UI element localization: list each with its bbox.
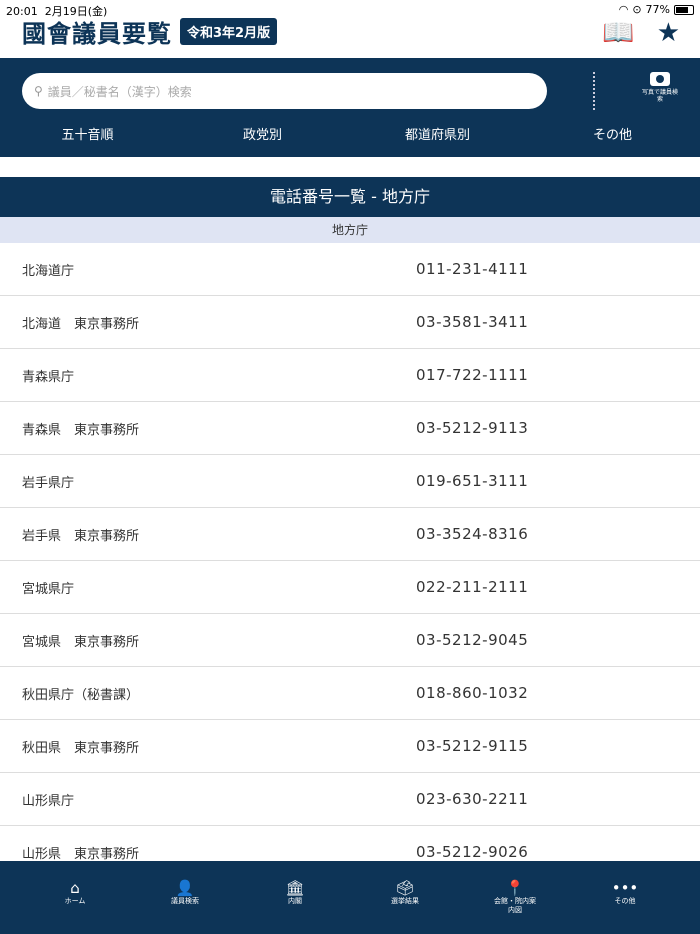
- phone-number[interactable]: 023-630-2211: [416, 790, 528, 808]
- list-item[interactable]: 北海道 東京事務所 03-3581-3411: [0, 296, 700, 349]
- diet-building-icon: 🏛: [285, 879, 305, 897]
- bottom-tab-home[interactable]: ⌂ ホーム: [20, 861, 130, 934]
- nav-panel: ⚲ 議員／秘書名（漢字）検索 写真で議員検索 五十音順 政党別 都道府県別 その…: [0, 58, 700, 157]
- phone-number[interactable]: 03-5212-9115: [416, 737, 528, 755]
- list-item[interactable]: 秋田県庁（秘書課） 018-860-1032: [0, 667, 700, 720]
- star-icon[interactable]: ★: [657, 18, 680, 48]
- more-icon: •••: [611, 879, 639, 897]
- bottom-tab-map-pin[interactable]: 📍 会館・院内案内図: [460, 861, 570, 934]
- office-name: 岩手県庁: [22, 475, 75, 491]
- list-item[interactable]: 宮城県 東京事務所 03-5212-9045: [0, 614, 700, 667]
- list-item[interactable]: 秋田県 東京事務所 03-5212-9115: [0, 720, 700, 773]
- phone-number[interactable]: 03-5212-9026: [416, 843, 528, 861]
- category-tabs: 五十音順 政党別 都道府県別 その他: [0, 124, 700, 143]
- office-name: 北海道庁: [22, 263, 75, 279]
- phone-number[interactable]: 022-211-2111: [416, 578, 528, 596]
- battery-icon: [674, 4, 694, 15]
- phone-number[interactable]: 019-651-3111: [416, 472, 528, 490]
- list-item[interactable]: 岩手県 東京事務所 03-3524-8316: [0, 508, 700, 561]
- photo-search-button[interactable]: 写真で議員検索: [640, 72, 680, 103]
- phone-list: 北海道庁 011-231-4111 北海道 東京事務所 03-3581-3411 青森県…: [0, 243, 700, 879]
- tab-other[interactable]: その他: [525, 124, 700, 143]
- list-item[interactable]: 山形県庁 023-630-2211: [0, 773, 700, 826]
- office-name: 岩手県 東京事務所: [22, 528, 140, 544]
- tab-gojuon[interactable]: 五十音順: [0, 124, 175, 143]
- list-item[interactable]: 青森県 東京事務所 03-5212-9113: [0, 402, 700, 455]
- bottom-tab-bar: ⌂ ホーム 👤 議員検索 🏛 内閣 🗳 選挙結果 📍 会館・院内案内図 ••• その他: [0, 861, 700, 934]
- office-name: 山形県 東京事務所: [22, 846, 140, 862]
- search-icon: ⚲: [34, 84, 43, 98]
- more-menu-icon[interactable]: [593, 72, 596, 110]
- section-subheader: 地方庁: [0, 217, 700, 243]
- phone-number[interactable]: 03-3524-8316: [416, 525, 528, 543]
- office-name: 山形県庁: [22, 793, 75, 809]
- phone-number[interactable]: 011-231-4111: [416, 260, 528, 278]
- bottom-tab-ballot-box[interactable]: 🗳 選挙結果: [350, 861, 460, 934]
- map-pin-icon: 📍: [505, 879, 525, 897]
- phone-number[interactable]: 03-5212-9045: [416, 631, 528, 649]
- bottom-tab-label: ホーム: [64, 897, 86, 905]
- search-placeholder: 議員／秘書名（漢字）検索: [47, 84, 192, 99]
- list-item[interactable]: 岩手県庁 019-651-3111: [0, 455, 700, 508]
- bottom-tab-label: その他: [614, 897, 636, 905]
- office-name: 青森県庁: [22, 369, 75, 385]
- tab-prefecture[interactable]: 都道府県別: [350, 124, 525, 143]
- ballot-box-icon: 🗳: [395, 879, 415, 897]
- book-icon[interactable]: 📖: [602, 18, 634, 48]
- office-name: 秋田県 東京事務所: [22, 740, 140, 756]
- app-title: 國會議員要覧: [22, 20, 172, 48]
- edition-badge: 令和3年2月版: [180, 18, 278, 45]
- office-name: 秋田県庁（秘書課）: [22, 687, 140, 703]
- bottom-tab-label: 議員検索: [171, 897, 199, 905]
- status-right: ◠ ⊙ 77%: [619, 3, 694, 16]
- person-icon: 👤: [175, 879, 195, 897]
- office-name: 宮城県庁: [22, 581, 75, 597]
- office-name: 青森県 東京事務所: [22, 422, 140, 438]
- phone-number[interactable]: 017-722-1111: [416, 366, 528, 384]
- bottom-tab-label: 選挙結果: [391, 897, 419, 905]
- photo-search-label: 写真で議員検索: [641, 89, 678, 103]
- rotation-lock-icon: ⊙: [632, 3, 642, 16]
- bottom-tab-label: 会館・院内案内図: [494, 897, 536, 914]
- search-input[interactable]: ⚲ 議員／秘書名（漢字）検索: [22, 73, 547, 109]
- header-actions: 📖 ★: [602, 18, 680, 48]
- phone-number[interactable]: 03-3581-3411: [416, 313, 528, 331]
- list-item[interactable]: 宮城県庁 022-211-2111: [0, 561, 700, 614]
- bottom-tab-person[interactable]: 👤 議員検索: [130, 861, 240, 934]
- battery-percent: 77%: [645, 3, 670, 16]
- phone-number[interactable]: 018-860-1032: [416, 684, 528, 702]
- app-header: 國會議員要覧 令和3年2月版: [22, 14, 278, 49]
- office-name: 宮城県 東京事務所: [22, 634, 140, 650]
- bottom-tab-label: 内閣: [288, 897, 302, 905]
- wifi-icon: ◠: [618, 3, 629, 16]
- phone-number[interactable]: 03-5212-9113: [416, 419, 528, 437]
- home-icon: ⌂: [70, 879, 80, 897]
- list-item[interactable]: 北海道庁 011-231-4111: [0, 243, 700, 296]
- list-item[interactable]: 青森県庁 017-722-1111: [0, 349, 700, 402]
- section-title: 電話番号一覧 - 地方庁: [0, 177, 700, 217]
- bottom-tab-more[interactable]: ••• その他: [570, 861, 680, 934]
- office-name: 北海道 東京事務所: [22, 316, 140, 332]
- bottom-tab-diet-building[interactable]: 🏛 内閣: [240, 861, 350, 934]
- tab-party[interactable]: 政党別: [175, 124, 350, 143]
- camera-icon: [650, 72, 670, 86]
